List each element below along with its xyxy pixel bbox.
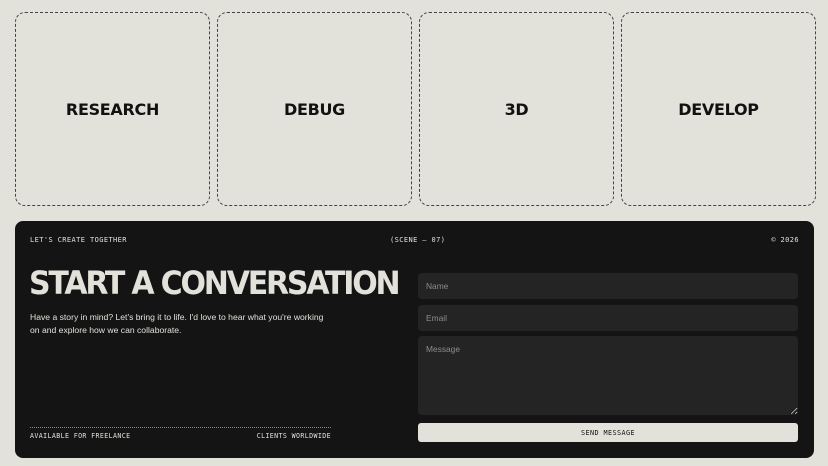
availability-label: AVAILABLE FOR FREELANCE: [30, 432, 131, 440]
services-grid: RESEARCH DEBUG 3D DEVELOP: [15, 12, 816, 206]
message-field[interactable]: [418, 336, 798, 415]
contact-form: SEND MESSAGE: [418, 273, 798, 442]
service-card-3d[interactable]: 3D: [419, 12, 614, 206]
scene-label: (SCENE — 07): [390, 236, 446, 244]
contact-footer: AVAILABLE FOR FREELANCE CLIENTS WORLDWID…: [30, 427, 331, 440]
service-card-label: 3D: [504, 99, 529, 119]
service-card-research[interactable]: RESEARCH: [15, 12, 210, 206]
send-message-button[interactable]: SEND MESSAGE: [418, 423, 798, 442]
clients-label: CLIENTS WORLDWIDE: [256, 432, 331, 440]
email-field[interactable]: [418, 305, 798, 331]
service-card-develop[interactable]: DEVELOP: [621, 12, 816, 206]
contact-eyebrow: LET'S CREATE TOGETHER: [30, 236, 127, 244]
service-card-label: DEBUG: [283, 99, 346, 119]
copyright-label: © 2026: [771, 236, 799, 244]
contact-panel: LET'S CREATE TOGETHER (SCENE — 07) © 202…: [15, 221, 814, 458]
service-card-debug[interactable]: DEBUG: [217, 12, 412, 206]
service-card-label: DEVELOP: [678, 99, 759, 119]
name-field[interactable]: [418, 273, 798, 299]
contact-intro: Have a story in mind? Let's bring it to …: [30, 312, 324, 335]
contact-title: START A CONVERSATION: [29, 265, 401, 303]
service-card-label: RESEARCH: [65, 99, 160, 119]
page: RESEARCH DEBUG 3D DEVELOP LET'S CREATE T…: [0, 0, 828, 466]
